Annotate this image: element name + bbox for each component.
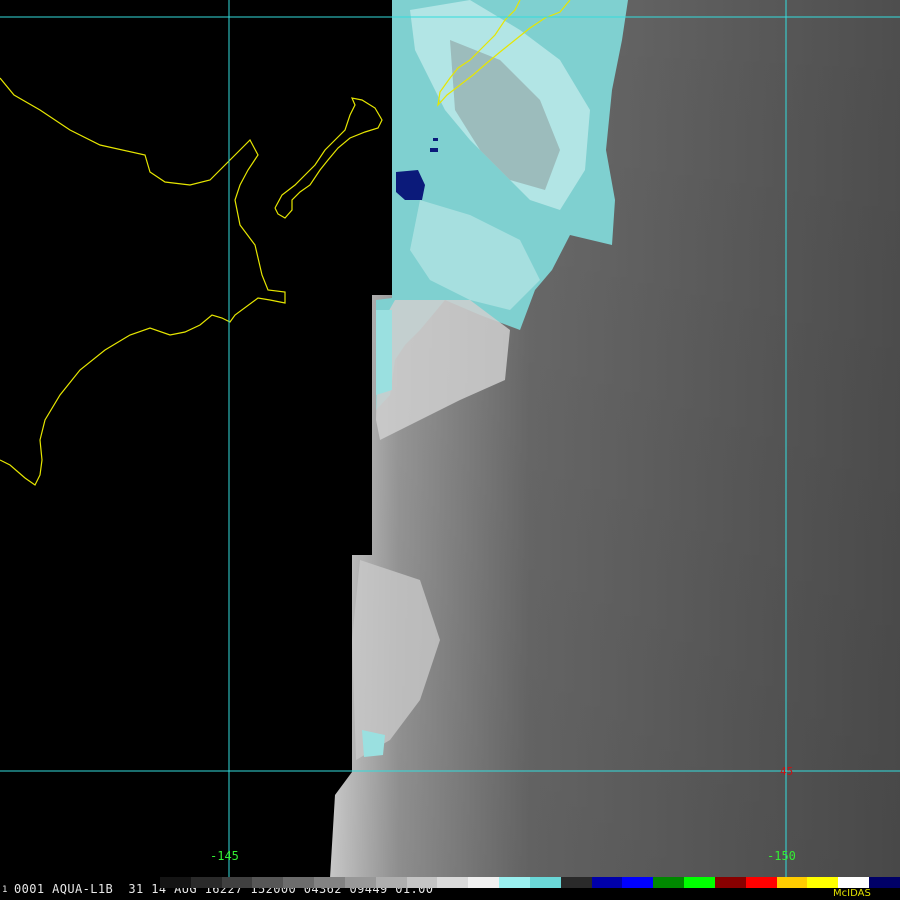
cyan-patch-left xyxy=(376,310,392,395)
colorbar-segment xyxy=(314,877,345,888)
colorbar-segment xyxy=(591,877,623,888)
colorbar-segment xyxy=(653,877,685,888)
colorbar-segment xyxy=(529,877,561,888)
colorbar-segment xyxy=(468,877,500,888)
colorbar-segment xyxy=(221,877,253,888)
status-prefix: 1 xyxy=(2,885,8,895)
colorbar-segment xyxy=(375,877,407,888)
lon-label-150: -150 xyxy=(767,849,796,863)
very-cold-cloud-pixel-3 xyxy=(433,138,438,141)
colorbar-segment xyxy=(684,877,715,888)
colorbar-segment xyxy=(560,877,592,888)
colorbar-segment xyxy=(160,877,191,888)
lat-label-45: 45 xyxy=(780,765,793,778)
lon-label-145: -145 xyxy=(210,849,239,863)
colorbar-segment xyxy=(838,877,870,888)
mcidas-brand: McIDAS xyxy=(833,888,871,899)
colorbar-segment xyxy=(344,877,376,888)
colorbar-segment xyxy=(776,877,808,888)
colorbar-segment xyxy=(714,877,746,888)
colorbar-segment xyxy=(869,877,900,888)
imagery-swath xyxy=(330,0,900,878)
satellite-map[interactable]: -145 -150 45 xyxy=(0,0,900,878)
colorbar-segment xyxy=(283,877,315,888)
colorbar-segment xyxy=(437,877,469,888)
colorbar-segment xyxy=(499,877,530,888)
colorbar-segment xyxy=(622,877,654,888)
colorbar-segment xyxy=(406,877,438,888)
coastline-west xyxy=(0,77,286,486)
colorbar-segment xyxy=(252,877,284,888)
very-cold-cloud-pixel-2 xyxy=(430,148,438,152)
color-enhancement-bar xyxy=(160,877,900,888)
colorbar-segment xyxy=(745,877,777,888)
colorbar-segment xyxy=(807,877,839,888)
colorbar-segment xyxy=(190,877,222,888)
coastline-east xyxy=(274,97,383,219)
